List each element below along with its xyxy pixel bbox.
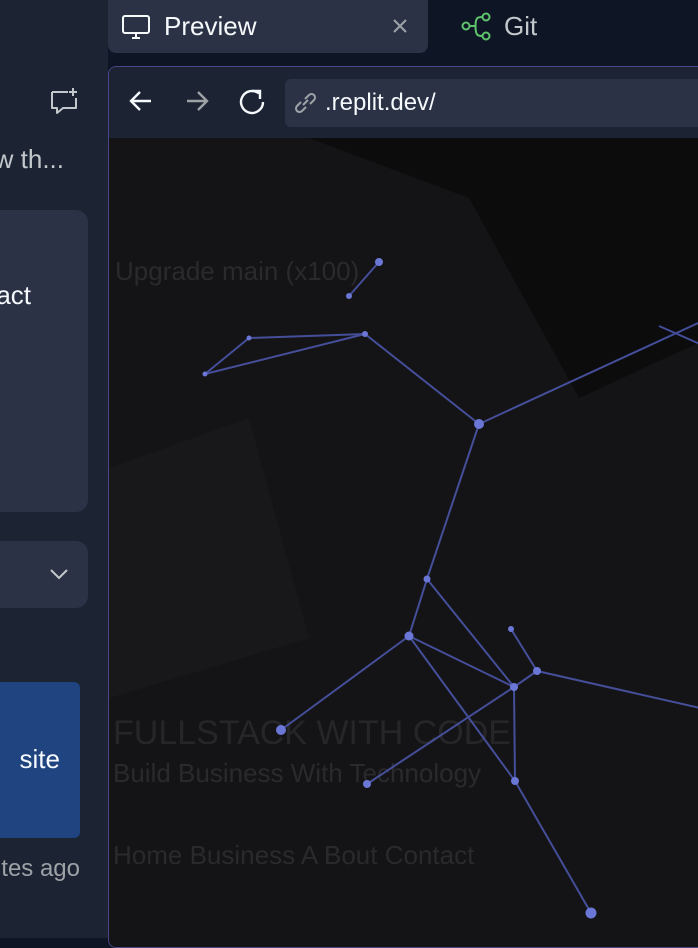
new-chat-icon: [51, 88, 77, 114]
close-icon[interactable]: [390, 16, 410, 36]
tab-preview[interactable]: Preview: [108, 0, 428, 53]
particle-network: [109, 138, 698, 919]
browser-toolbar: .replit.dev/: [109, 67, 698, 137]
message-card-text: act: [0, 280, 31, 310]
url-text: .replit.dev/: [325, 89, 436, 116]
chat-panel: w th... act site utes ago: [0, 0, 108, 938]
url-bar[interactable]: .replit.dev/: [285, 79, 698, 127]
reload-icon: [239, 89, 265, 115]
tab-preview-label: Preview: [164, 11, 257, 41]
tab-git[interactable]: Git: [448, 0, 698, 53]
tab-git-label: Git: [504, 11, 538, 41]
arrow-right-icon: [187, 91, 209, 111]
reload-button[interactable]: [237, 87, 269, 117]
collapsed-dropdown[interactable]: [0, 541, 88, 608]
arrow-left-icon: [129, 91, 151, 111]
monitor-icon: [120, 13, 152, 41]
back-button[interactable]: [127, 87, 155, 115]
chevron-down-icon: [50, 569, 68, 580]
preview-pane: .replit.dev/ Upgrade main (x100) FULLSTA…: [108, 66, 698, 948]
new-chat-button[interactable]: [46, 84, 82, 118]
chat-title: w th...: [0, 144, 64, 174]
webview-canvas: Upgrade main (x100) FULLSTACK WITH CODE …: [109, 138, 698, 947]
git-branch-icon: [460, 12, 492, 42]
message-card: act: [0, 210, 88, 512]
forward-button[interactable]: [183, 87, 211, 115]
action-button[interactable]: site: [0, 682, 80, 838]
action-button-label: site: [19, 744, 60, 774]
timestamp: utes ago: [0, 855, 80, 882]
link-icon: [294, 92, 317, 114]
